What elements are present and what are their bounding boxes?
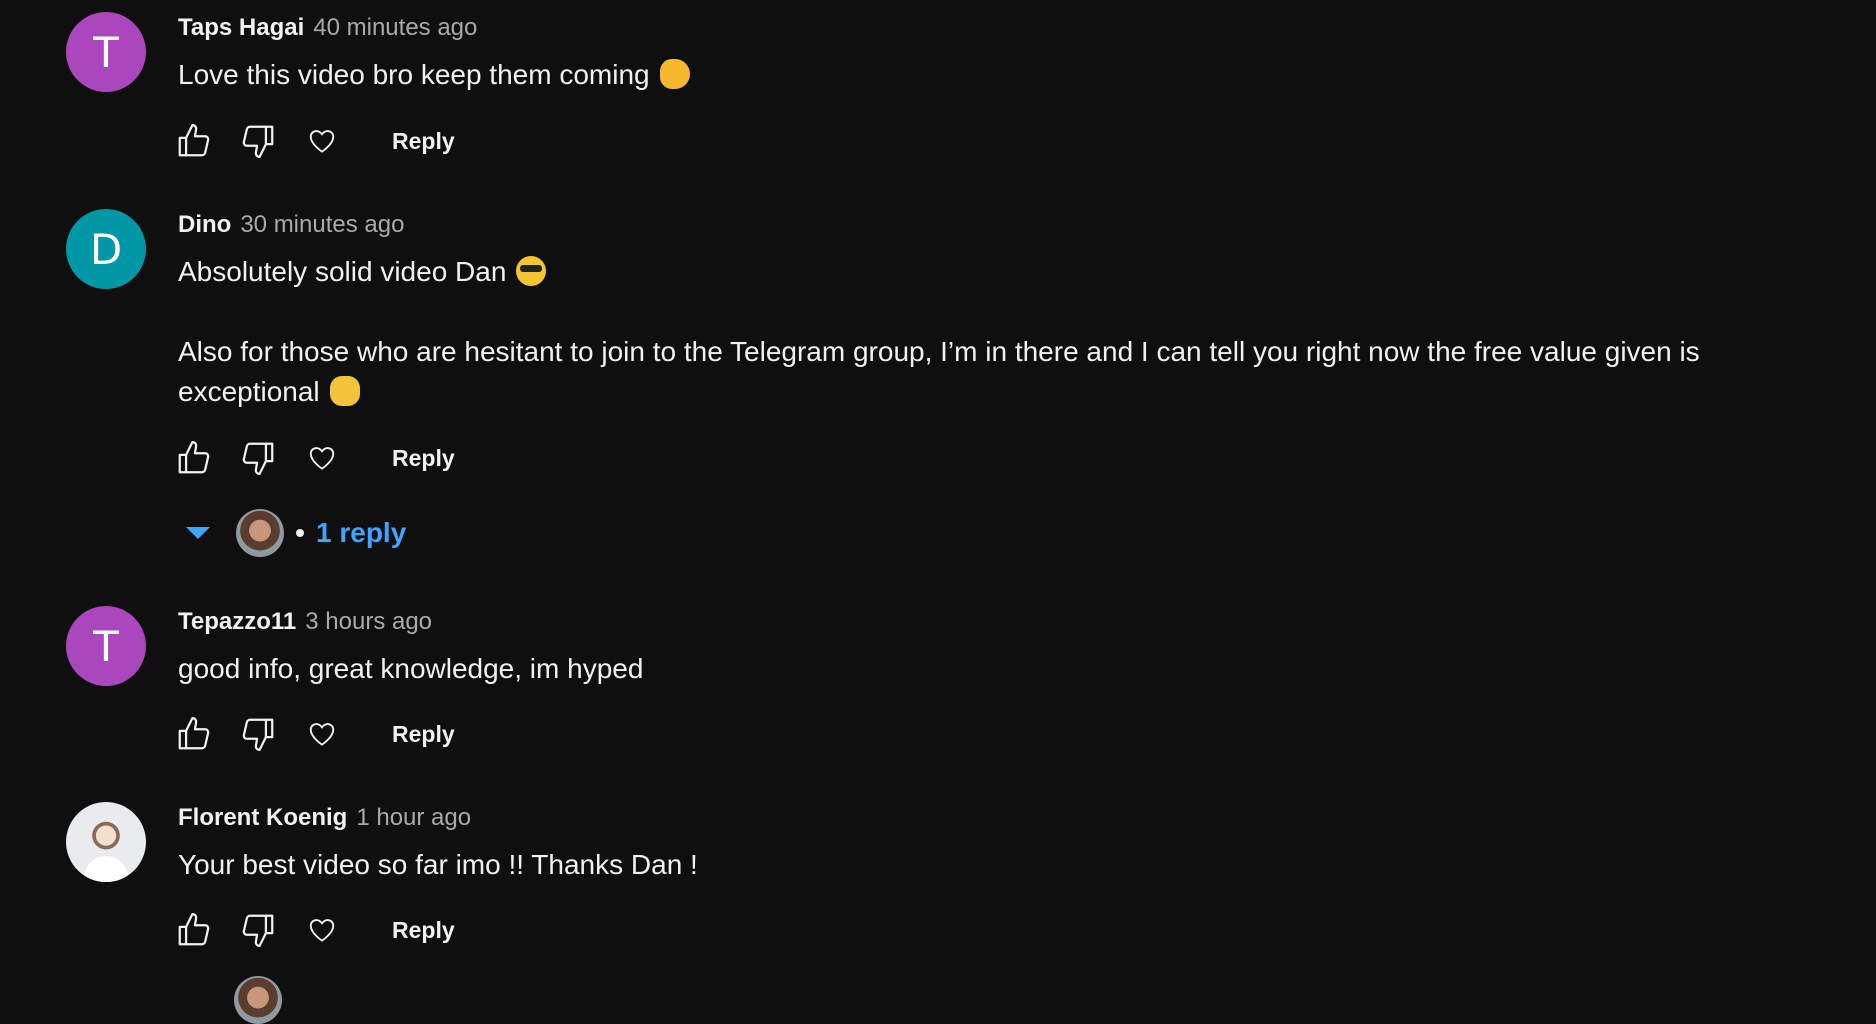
author-name[interactable]: Taps Hagai <box>178 14 304 42</box>
author-name[interactable]: Dino <box>178 211 231 239</box>
dislike-button[interactable] <box>236 436 280 480</box>
like-button[interactable] <box>172 119 216 163</box>
like-icon <box>178 124 210 157</box>
like-button[interactable] <box>172 436 216 480</box>
like-icon <box>178 913 210 946</box>
comment-text-line: Absolutely solid video Dan <box>178 256 507 287</box>
heart-button[interactable] <box>300 712 344 756</box>
separator-dot <box>296 529 304 537</box>
comment-actions: Reply <box>172 712 467 756</box>
comment-header: Florent Koenig 1 hour ago <box>178 804 471 836</box>
heart-icon <box>309 447 335 470</box>
avatar[interactable] <box>66 802 146 882</box>
like-icon <box>178 441 210 474</box>
avatar-letter: T <box>93 27 119 77</box>
comment-text: Love this video bro keep them coming <box>178 55 1738 95</box>
comment-header: Tepazzo11 3 hours ago <box>178 608 432 640</box>
comment-header: Dino 30 minutes ago <box>178 211 404 243</box>
heart-button[interactable] <box>300 908 344 952</box>
heart-icon <box>309 919 335 942</box>
reply-author-avatar <box>236 509 284 557</box>
comment-text: good info, great knowledge, im hyped <box>178 649 1738 689</box>
like-icon <box>178 717 210 750</box>
dislike-icon <box>242 914 274 947</box>
avatar-letter: D <box>89 224 123 274</box>
author-name[interactable]: Tepazzo11 <box>178 608 296 636</box>
comment-text-body: Love this video bro keep them coming <box>178 59 650 90</box>
avatar[interactable]: D <box>66 209 146 289</box>
timestamp[interactable]: 1 hour ago <box>356 804 471 832</box>
reply-author-avatar[interactable] <box>234 976 282 1024</box>
timestamp[interactable]: 3 hours ago <box>305 608 432 636</box>
comment-text-body: good info, great knowledge, im hyped <box>178 653 644 684</box>
dislike-icon <box>242 442 274 475</box>
reply-button[interactable]: Reply <box>380 439 467 478</box>
comment-text: Your best video so far imo !! Thanks Dan… <box>178 845 1738 885</box>
timestamp[interactable]: 30 minutes ago <box>240 211 404 239</box>
sunglasses-face-emoji-icon <box>516 256 547 286</box>
heart-button[interactable] <box>300 436 344 480</box>
avatar-photo <box>84 856 128 882</box>
comment-actions: Reply <box>172 119 467 163</box>
comment-header: Taps Hagai 40 minutes ago <box>178 14 477 46</box>
reply-button[interactable]: Reply <box>380 122 467 161</box>
reply-count[interactable]: 1 reply <box>316 517 406 549</box>
dislike-button[interactable] <box>236 119 280 163</box>
replies-toggle-button[interactable]: 1 reply <box>186 508 406 558</box>
comment-text-body: Your best video so far imo !! Thanks Dan… <box>178 849 698 880</box>
reply-button[interactable]: Reply <box>380 911 467 950</box>
heart-icon <box>309 723 335 746</box>
avatar-letter: T <box>93 621 119 671</box>
comment-actions: Reply <box>172 436 467 480</box>
dislike-icon <box>242 125 274 158</box>
handshake-emoji-icon <box>329 376 360 406</box>
caret-down-icon <box>186 527 210 539</box>
comment-text: Absolutely solid video Dan Also for thos… <box>178 252 1738 412</box>
avatar[interactable]: T <box>66 12 146 92</box>
timestamp[interactable]: 40 minutes ago <box>313 14 477 42</box>
author-name[interactable]: Florent Koenig <box>178 804 347 832</box>
reply-button[interactable]: Reply <box>380 715 467 754</box>
like-button[interactable] <box>172 712 216 756</box>
like-button[interactable] <box>172 908 216 952</box>
heart-icon <box>309 130 335 153</box>
ok-hand-emoji-icon <box>659 59 690 89</box>
dislike-button[interactable] <box>236 908 280 952</box>
comment-text-line: Also for those who are hesitant to join … <box>178 336 1700 407</box>
dislike-icon <box>242 718 274 751</box>
comment-actions: Reply <box>172 908 467 952</box>
dislike-button[interactable] <box>236 712 280 756</box>
avatar[interactable]: T <box>66 606 146 686</box>
heart-button[interactable] <box>300 119 344 163</box>
